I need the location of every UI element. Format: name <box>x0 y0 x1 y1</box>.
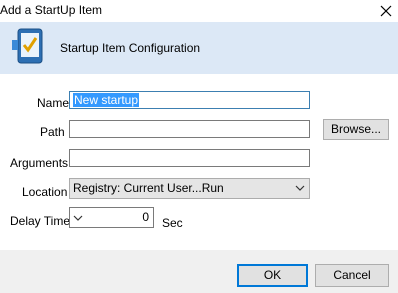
cancel-button[interactable]: Cancel <box>315 264 389 287</box>
browse-button-label: Browse... <box>330 122 381 136</box>
window-title: Add a StartUp Item <box>0 3 103 17</box>
button-bar: OK Cancel <box>0 250 398 293</box>
path-field[interactable] <box>69 120 310 138</box>
arguments-label: Arguments <box>10 156 69 170</box>
name-label: Name <box>37 96 70 110</box>
delay-time-field[interactable]: 0 <box>69 207 154 228</box>
delay-time-label: Delay Time <box>10 214 71 228</box>
title-bar: Add a StartUp Item <box>0 0 398 22</box>
location-label: Location <box>22 185 68 199</box>
ok-button-label: OK <box>263 268 282 282</box>
header-title: Startup Item Configuration <box>60 41 201 55</box>
chevron-down-icon <box>295 185 305 191</box>
header-banner: Startup Item Configuration <box>0 22 398 74</box>
browse-button[interactable]: Browse... <box>323 119 389 140</box>
startup-app-icon <box>12 28 43 64</box>
arguments-field[interactable] <box>69 149 310 167</box>
ok-button[interactable]: OK <box>237 264 308 287</box>
location-dropdown[interactable]: Registry: Current User...Run <box>69 178 310 199</box>
delay-time-value: 0 <box>142 210 149 224</box>
chevron-down-icon[interactable] <box>73 213 83 223</box>
name-field-value: New startup <box>73 93 140 107</box>
cancel-button-label: Cancel <box>333 268 371 282</box>
path-label: Path <box>40 125 65 139</box>
close-icon[interactable] <box>377 2 395 20</box>
name-field[interactable]: New startup <box>69 91 310 109</box>
delay-unit-label: Sec <box>162 216 183 230</box>
location-dropdown-value: Registry: Current User...Run <box>73 181 224 195</box>
